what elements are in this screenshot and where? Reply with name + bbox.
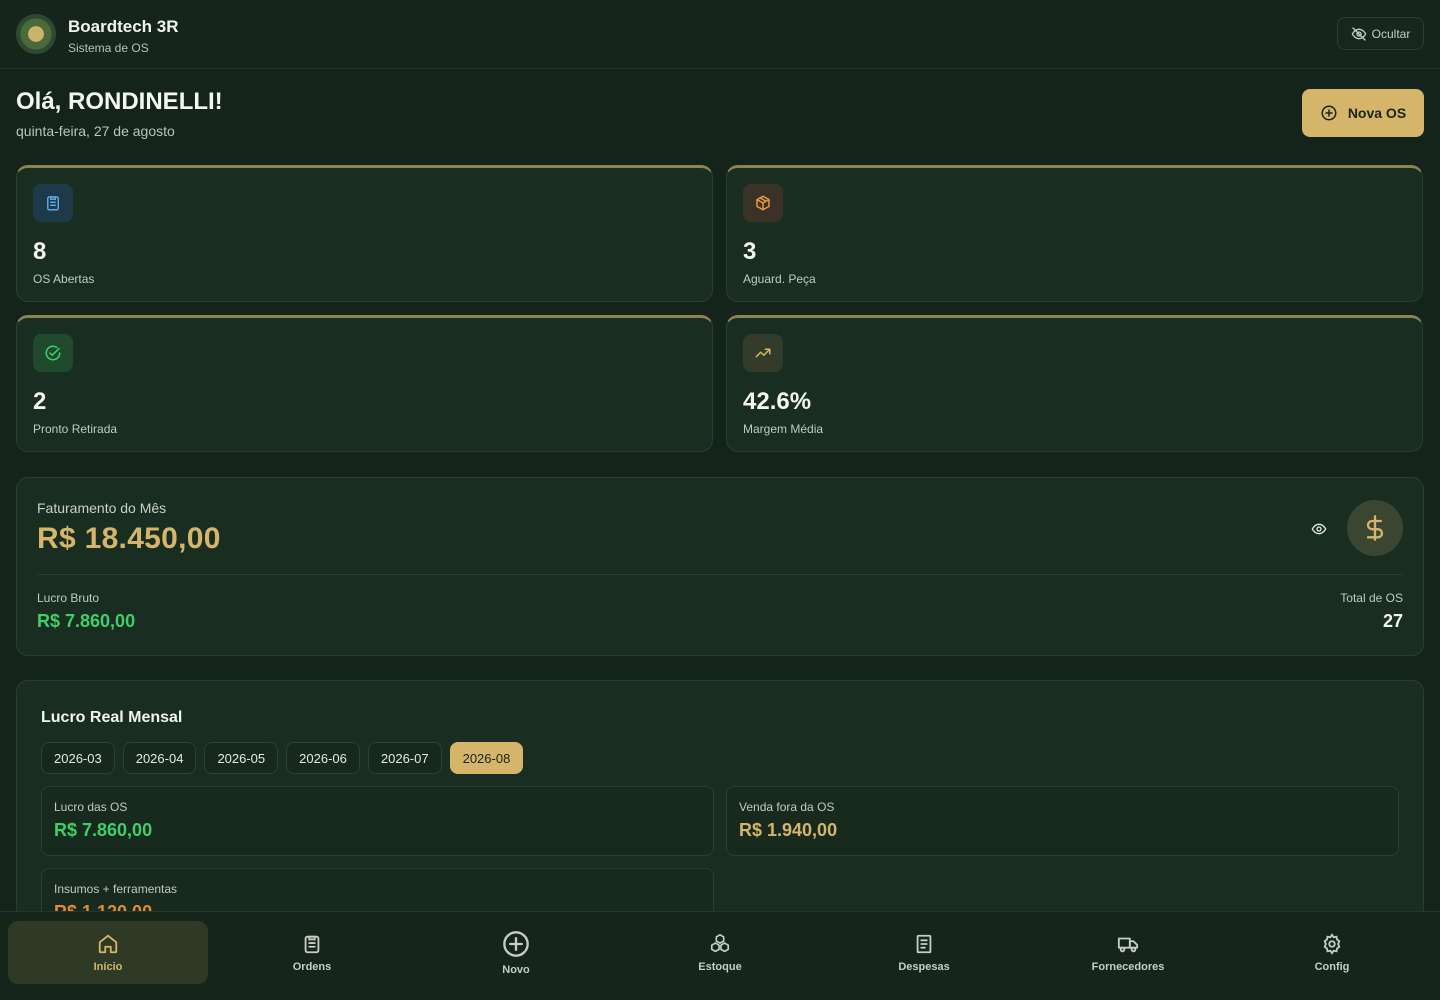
clipboard-icon [33,184,73,222]
gear-icon [1321,932,1343,955]
nav-item-expenses[interactable]: Despesas [824,921,1024,984]
stat-card-open-orders[interactable]: 8 OS Abertas [16,165,713,302]
stat-card-average-margin[interactable]: 42.6% Margem Média [726,315,1423,452]
month-chip[interactable]: 2026-05 [204,742,279,774]
monthly-profit-title: Lucro Real Mensal [41,709,183,726]
gross-profit-value: R$ 7.860,00 [37,611,136,631]
month-chip[interactable]: 2026-04 [122,742,197,774]
stat-value: 2 [33,388,47,415]
profit-item-label: Insumos + ferramentas [54,882,178,896]
bottom-navigation: Início Ordens Novo Estoque Despesas Forn… [0,911,1440,1000]
nav-item-suppliers[interactable]: Fornecedores [1028,921,1228,984]
nav-label: Novo [502,963,530,976]
greeting-date: quinta-feira, 27 de agosto [16,123,175,139]
eye-off-icon [1351,26,1367,42]
profit-item-sales: Venda fora da OS R$ 1.940,00 [726,786,1399,856]
stat-value: 3 [743,238,757,265]
brand-logo [16,14,56,54]
nav-item-new[interactable]: Novo [416,921,616,984]
plus-circle-icon [1320,104,1338,122]
month-chip[interactable]: 2026-06 [286,742,360,774]
stat-label: OS Abertas [33,272,95,286]
profit-item-label: Lucro das OS [54,800,128,814]
nav-label: Fornecedores [1091,960,1165,973]
profit-item-value: R$ 7.860,00 [54,820,153,840]
receipt-icon [913,933,935,955]
divider [37,574,1403,575]
hide-values-button[interactable]: Ocultar [1337,17,1424,50]
clipboard-icon [301,933,323,955]
hide-values-label: Ocultar [1371,26,1411,41]
trending-up-icon [743,334,783,372]
profit-item-os: Lucro das OS R$ 7.860,00 [41,786,714,856]
nav-label: Início [93,960,123,973]
month-chip[interactable]: 2026-07 [367,742,442,774]
stat-label: Margem Média [743,422,824,436]
nav-label: Despesas [898,960,950,973]
total-os-label: Total de OS [1340,591,1403,605]
month-selector: 2026-03 2026-04 2026-05 2026-06 2026-07 … [41,742,524,774]
nav-label: Ordens [292,960,332,973]
truck-icon [1116,933,1140,955]
home-icon [97,933,119,955]
stat-value: 42.6% [743,388,812,415]
nav-item-config[interactable]: Config [1232,921,1432,984]
profit-item-label: Venda fora da OS [739,800,835,814]
month-chip-selected[interactable]: 2026-08 [449,742,524,774]
boxes-icon [709,933,731,955]
new-order-label: Nova OS [1347,105,1407,121]
revenue-value: R$ 18.450,00 [37,522,221,555]
nav-label: Estoque [698,960,742,973]
stat-card-ready-pickup[interactable]: 2 Pronto Retirada [16,315,713,452]
greeting-title: Olá, RONDINELLI! [16,88,223,115]
profit-item-value: R$ 1.940,00 [739,820,838,840]
package-icon [743,184,783,222]
revenue-card: Faturamento do Mês R$ 18.450,00 Lucro Br… [16,477,1424,656]
monthly-profit-card: Lucro Real Mensal 2026-03 2026-04 2026-0… [16,680,1424,940]
stat-card-awaiting-part[interactable]: 3 Aguard. Peça [726,165,1423,302]
stat-value: 8 [33,238,47,265]
new-order-button[interactable]: Nova OS [1302,89,1424,137]
plus-circle-icon [502,930,530,958]
nav-label: Config [1314,960,1350,973]
top-bar: Boardtech 3R Sistema de OS Ocultar [0,0,1440,69]
nav-item-stock[interactable]: Estoque [620,921,820,984]
month-chip[interactable]: 2026-03 [41,742,115,774]
brand-title: Boardtech 3R [68,17,179,36]
eye-icon[interactable] [1309,519,1329,539]
dollar-icon [1347,500,1403,556]
stat-label: Pronto Retirada [33,422,118,436]
brand-subtitle: Sistema de OS [68,41,149,55]
revenue-label: Faturamento do Mês [37,500,167,516]
stat-label: Aguard. Peça [743,272,816,286]
nav-item-orders[interactable]: Ordens [212,921,412,984]
nav-item-home[interactable]: Início [8,921,208,984]
total-os-value: 27 [1382,611,1403,631]
gross-profit-label: Lucro Bruto [37,591,100,605]
check-circle-icon [33,334,73,372]
